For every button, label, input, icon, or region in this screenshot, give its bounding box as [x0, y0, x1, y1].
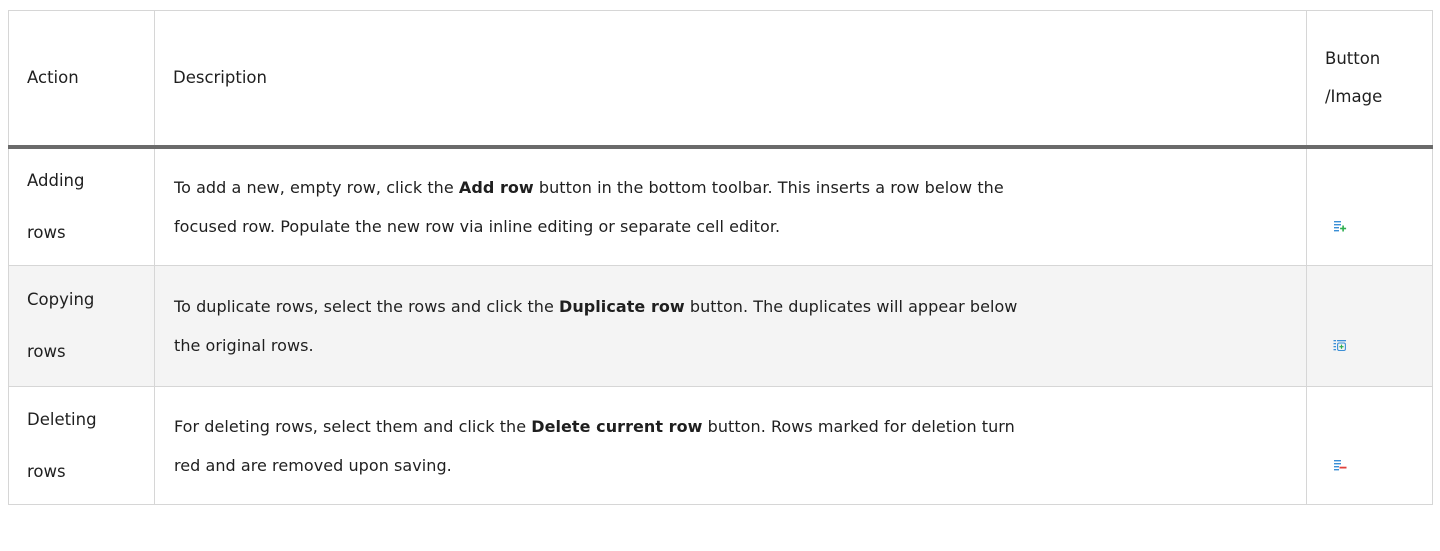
table-row-adding-rows: Adding rows To add a new, empty row, cli…	[8, 146, 1433, 266]
action-cell: Copying rows	[8, 265, 155, 387]
icon-cell	[1306, 265, 1433, 387]
row-actions-table-container: Action Description Button /Image Adding …	[8, 10, 1433, 505]
table-header-row: Action Description Button /Image	[8, 10, 1433, 149]
delete-row-icon	[1333, 458, 1347, 472]
action-label-line1: Copying	[27, 290, 95, 309]
table-row-copying-rows: Copying rows To duplicate rows, select t…	[8, 265, 1433, 387]
description-cell: To add a new, empty row, click the Add r…	[154, 146, 1307, 266]
description-text: button in the bottom toolbar. This inser…	[533, 178, 1004, 197]
description-text: red and are removed upon saving.	[174, 455, 452, 475]
icon-cell	[1306, 386, 1433, 505]
description-bold-term: Duplicate row	[559, 297, 685, 316]
description-bold-term: Add row	[458, 178, 534, 197]
description-text: To duplicate rows, select the rows and c…	[174, 297, 559, 316]
table-row-deleting-rows: Deleting rows For deleting rows, select …	[8, 386, 1433, 505]
action-label-line2: rows	[27, 461, 66, 481]
header-action: Action	[8, 10, 155, 149]
action-label-line1: Deleting	[27, 409, 97, 429]
header-description: Description	[154, 10, 1307, 149]
header-button-image: Button /Image	[1306, 10, 1433, 149]
header-button-line2: /Image	[1325, 87, 1383, 106]
duplicate-row-icon	[1333, 338, 1347, 352]
description-text: To add a new, empty row, click the	[174, 178, 459, 197]
action-label-line1: Adding	[27, 171, 85, 190]
row-actions-table: Action Description Button /Image Adding …	[8, 10, 1433, 505]
action-label-line2: rows	[27, 223, 66, 242]
add-row-icon	[1333, 219, 1347, 233]
action-cell: Deleting rows	[8, 386, 155, 505]
description-text: focused row. Populate the new row via in…	[174, 217, 781, 236]
description-cell: To duplicate rows, select the rows and c…	[154, 265, 1307, 387]
description-text: button. Rows marked for deletion turn	[702, 416, 1015, 436]
header-button-line1: Button	[1325, 49, 1381, 68]
action-cell: Adding rows	[8, 146, 155, 266]
action-label-line2: rows	[27, 342, 66, 361]
description-text: the original rows.	[174, 336, 314, 355]
description-bold-term: Delete current row	[531, 416, 703, 436]
description-text: button. The duplicates will appear below	[684, 297, 1018, 316]
description-text: For deleting rows, select them and click…	[174, 416, 532, 436]
description-cell: For deleting rows, select them and click…	[154, 386, 1307, 505]
icon-cell	[1306, 146, 1433, 266]
